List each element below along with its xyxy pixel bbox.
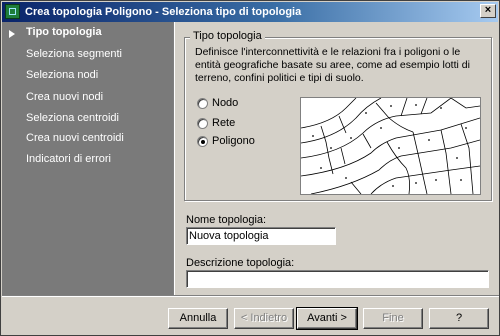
radio-poligono[interactable] <box>197 136 208 147</box>
next-button[interactable]: Avanti > <box>296 307 358 330</box>
radio-nodo-label[interactable]: Nodo <box>212 97 238 109</box>
group-description: Definisce l'interconnettività e le relaz… <box>195 46 470 84</box>
radio-poligono-label[interactable]: Poligono <box>212 135 255 147</box>
cancel-button[interactable]: Annulla <box>168 308 228 329</box>
step-indicatori-di-errori: Indicatori di errori <box>26 153 111 165</box>
back-button[interactable]: < Indietro <box>234 308 294 329</box>
name-field-label: Nome topologia: <box>186 214 267 226</box>
description-field-label: Descrizione topologia: <box>186 257 295 269</box>
step-tipo-topologia: Tipo topologia <box>26 26 102 38</box>
radio-nodo[interactable] <box>197 98 208 109</box>
topology-description-input[interactable] <box>186 270 489 288</box>
close-button[interactable]: × <box>480 4 496 18</box>
finish-button[interactable]: Fine <box>363 308 423 329</box>
polygon-parcels-icon <box>301 98 480 194</box>
radio-rete-label[interactable]: Rete <box>212 117 235 129</box>
wizard-dialog: Crea topologia Poligono - Seleziona tipo… <box>0 0 500 336</box>
step-seleziona-centroidi: Seleziona centroidi <box>26 112 119 124</box>
radio-rete[interactable] <box>197 118 208 129</box>
window-title: Crea topologia Poligono - Seleziona tipo… <box>25 6 302 18</box>
help-button[interactable]: ? <box>429 308 489 329</box>
title-bar[interactable]: Crea topologia Poligono - Seleziona tipo… <box>2 2 498 22</box>
current-step-arrow-icon <box>9 30 15 38</box>
vertical-divider <box>173 22 175 295</box>
topology-name-input[interactable] <box>186 227 336 245</box>
step-seleziona-nodi: Seleziona nodi <box>26 69 99 81</box>
app-icon <box>5 4 20 19</box>
group-title: Tipo topologia <box>190 30 265 42</box>
polygon-preview-image <box>300 97 481 195</box>
step-crea-nuovi-centroidi: Crea nuovi centroidi <box>26 132 124 144</box>
step-crea-nuovi-nodi: Crea nuovi nodi <box>26 91 104 103</box>
button-bar-divider <box>2 295 499 297</box>
step-seleziona-segmenti: Seleziona segmenti <box>26 48 123 60</box>
